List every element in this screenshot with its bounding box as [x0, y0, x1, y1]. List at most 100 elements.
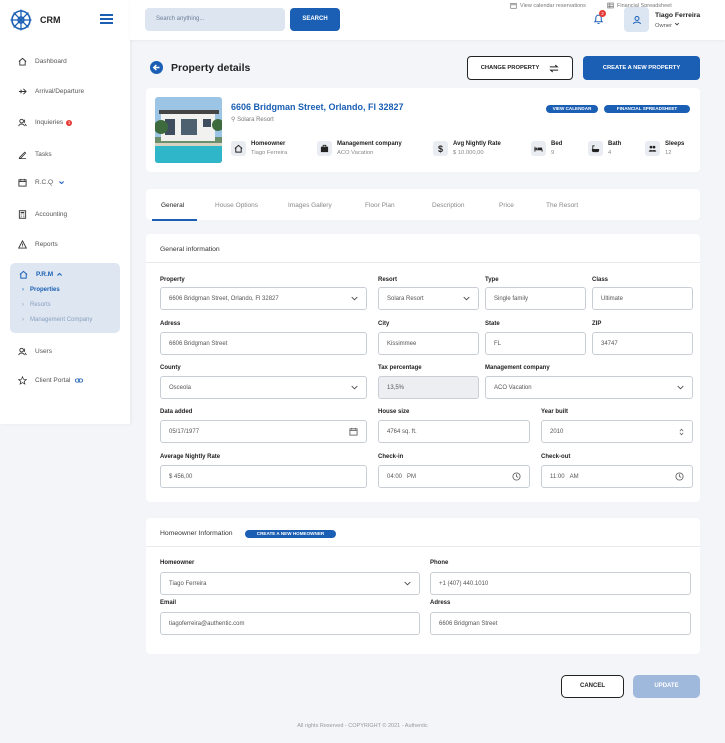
management-company-select[interactable]: ACO Vacation: [485, 376, 693, 399]
year-built-stepper[interactable]: 2010: [541, 420, 693, 443]
sidebar-sub-resorts[interactable]: › Resorts: [22, 302, 51, 308]
clock-icon[interactable]: [675, 472, 684, 481]
tab-floor-plan[interactable]: Floor Plan: [365, 202, 395, 209]
check-out-time: 11:00: [550, 473, 565, 480]
back-button[interactable]: [150, 61, 163, 74]
search-input[interactable]: Search anything...: [145, 8, 285, 31]
cancel-button[interactable]: CANCEL: [561, 675, 624, 698]
people-icon: [645, 141, 660, 156]
date-added-input[interactable]: 05/17/1977: [160, 420, 367, 443]
state-input-value: FL: [494, 340, 502, 347]
avg-nightly-rate-input[interactable]: $ 456,00: [160, 465, 367, 488]
view-calendar-link[interactable]: View calendar reservations: [510, 2, 586, 9]
class-input[interactable]: Ultimate: [592, 287, 693, 310]
check-in-input[interactable]: 04:00 PM: [378, 465, 530, 488]
sidebar-item-tasks[interactable]: Tasks: [18, 150, 52, 159]
home-icon: [19, 270, 28, 279]
county-select[interactable]: Osceola: [160, 376, 367, 399]
tab-house-options[interactable]: House Options: [215, 202, 258, 209]
tab-the-resort[interactable]: The Resort: [546, 202, 578, 209]
sidebar-item-label: Client Portal: [35, 377, 71, 384]
sidebar-item-label: Arrival/Departure: [35, 88, 85, 95]
chevron-down-icon: [463, 296, 470, 301]
tab-description[interactable]: Description: [432, 202, 465, 209]
pencil-icon: [18, 151, 27, 159]
stat-value: 12: [665, 150, 672, 156]
user-role-menu[interactable]: Owner: [655, 21, 680, 29]
adress-input-value: 6606 Bridgman Street: [169, 340, 228, 347]
link-icon: [75, 378, 84, 383]
tab-general[interactable]: General: [161, 202, 184, 209]
property-resort-label: Solara Resort: [237, 117, 274, 123]
avatar[interactable]: [624, 7, 649, 32]
check-out-ampm: AM: [569, 473, 579, 480]
sidebar-sub-properties[interactable]: › Properties: [22, 287, 60, 293]
stat-value: 9: [551, 150, 555, 156]
field-label: Email: [160, 600, 177, 606]
adress-input[interactable]: 6606 Bridgman Street: [160, 332, 367, 355]
homeowner-select-value: Tiago Ferreira: [169, 580, 207, 587]
homeowner-adress-input[interactable]: 6606 Bridgman Street: [430, 612, 691, 635]
create-homeowner-button[interactable]: CREATE A NEW HOMEOWNER: [245, 530, 336, 538]
chevron-up-icon: [57, 272, 63, 276]
email-input[interactable]: tiagoferreira@authentic.com: [160, 612, 420, 635]
state-input[interactable]: FL: [485, 332, 586, 355]
field-label: Year built: [541, 409, 569, 415]
chevron-down-icon: [351, 296, 358, 301]
homeowner-select[interactable]: Tiago Ferreira: [160, 572, 420, 595]
chevron-right-icon: ›: [22, 302, 24, 308]
users-icon: [18, 118, 27, 127]
phone-input[interactable]: +1 (407) 440.1010: [430, 572, 691, 595]
stat-value: ACO Vacation: [337, 150, 374, 156]
arrow-left-icon: [152, 64, 160, 71]
city-input[interactable]: Kissimmee: [378, 332, 479, 355]
change-property-button[interactable]: CHANGE PROPERTY: [467, 56, 573, 80]
city-input-value: Kissimmee: [387, 340, 417, 347]
sidebar-item-dashboard[interactable]: Dashboard: [18, 57, 67, 66]
resort-select[interactable]: Solara Resort: [378, 287, 479, 310]
chevron-right-icon: ›: [22, 317, 24, 323]
stat-label: Sleeps: [665, 141, 685, 147]
field-label: Phone: [430, 560, 449, 566]
sidebar-item-prm[interactable]: P.R.M: [19, 270, 63, 279]
field-label: City: [378, 321, 390, 327]
field-label: Homeowner: [160, 560, 195, 566]
stat-label: Bed: [551, 141, 563, 147]
financial-spreadsheet-button[interactable]: FINANCIAL SPREADSHEET: [604, 105, 690, 113]
sidebar-item-inquieries[interactable]: Inquieries 1: [18, 118, 73, 127]
field-label: Adress: [160, 321, 181, 327]
tab-price[interactable]: Price: [499, 202, 514, 209]
stepper-arrows-icon[interactable]: [679, 427, 684, 437]
field-label: Adress: [430, 600, 451, 606]
change-property-label: CHANGE PROPERTY: [480, 65, 540, 71]
property-select[interactable]: 6606 Bridgman Street, Orlando, Fl 32827: [160, 287, 367, 310]
sidebar-item-users[interactable]: Users: [18, 347, 52, 356]
clock-icon[interactable]: [512, 472, 521, 481]
field-label: Data added: [160, 409, 193, 415]
create-property-button[interactable]: CREATE A NEW PROPERTY: [583, 56, 700, 80]
type-input[interactable]: Single family: [485, 287, 586, 310]
user-role: Owner: [655, 23, 673, 29]
sidebar-item-rcq[interactable]: R.C.Q: [18, 178, 65, 187]
sidebar-item-client-portal[interactable]: Client Portal: [18, 376, 84, 385]
view-calendar-button[interactable]: VIEW CALENDAR: [546, 105, 598, 113]
warning-icon: [18, 240, 27, 249]
field-label: County: [160, 365, 181, 371]
check-out-input[interactable]: 11:00 AM: [541, 465, 693, 488]
bath-icon: [588, 141, 603, 156]
sidebar-item-arrival-departure[interactable]: Arrival/Departure: [18, 87, 84, 96]
sidebar-sub-label: Management Company: [30, 317, 93, 323]
tab-images-gallery[interactable]: Images Gallery: [288, 202, 332, 209]
house-size-value: 4764 sq. ft.: [387, 428, 417, 435]
search-button[interactable]: SEARCH: [290, 8, 340, 31]
stat-bed: Bed 9: [531, 141, 562, 156]
menu-toggle-icon[interactable]: [100, 14, 113, 24]
house-size-input[interactable]: 4764 sq. ft.: [378, 420, 530, 443]
sidebar-item-accounting[interactable]: Accounting: [18, 210, 67, 219]
update-button[interactable]: UPDATE: [633, 675, 700, 698]
year-built-value: 2010: [550, 428, 564, 435]
sidebar-item-reports[interactable]: Reports: [18, 240, 58, 249]
zip-input[interactable]: 34747: [592, 332, 693, 355]
calendar-icon[interactable]: [349, 427, 358, 436]
sidebar-sub-management-company[interactable]: › Management Company: [22, 317, 92, 323]
